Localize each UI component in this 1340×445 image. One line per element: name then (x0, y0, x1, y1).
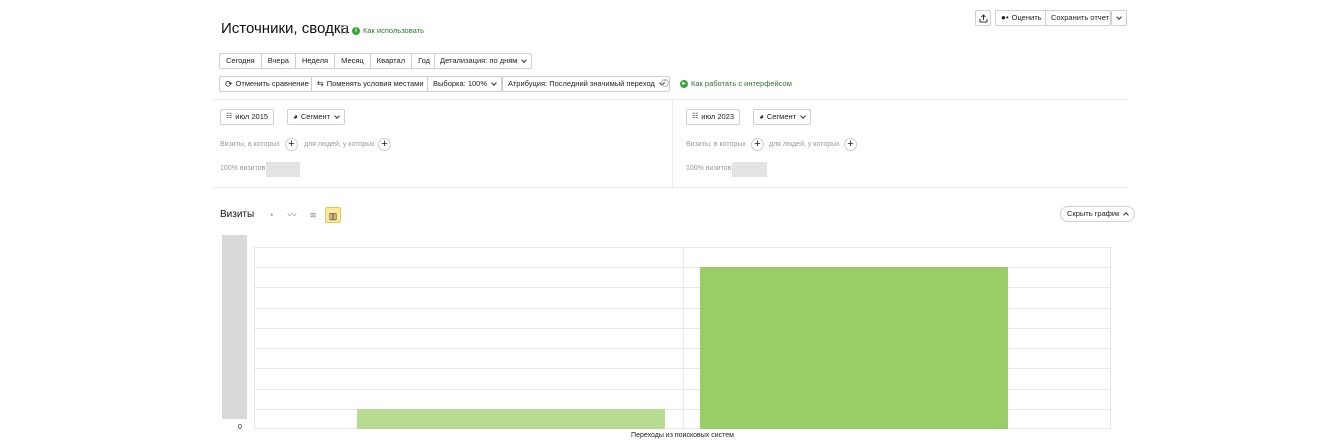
how-to-use-label: Как использовать (363, 26, 424, 35)
save-report-dropdown[interactable] (1111, 10, 1127, 26)
cancel-compare-button[interactable]: ⟳ Отменить сравнение (219, 76, 315, 92)
pie-chart-icon[interactable]: ◔ (263, 207, 279, 223)
divider (214, 99, 1128, 100)
segment-2-label: Сегмент (766, 112, 797, 121)
detail-dropdown[interactable]: Детализация: по дням (434, 53, 533, 69)
people-where-label: для людей, у которых (304, 141, 375, 148)
chart-bar-1[interactable] (357, 408, 665, 429)
sample-dropdown[interactable]: Выборка: 100% (427, 76, 502, 92)
visits-where-label: Визиты, в которых (686, 141, 746, 148)
add-visit-condition-button[interactable]: + (751, 138, 764, 151)
export-icon (979, 13, 987, 22)
people-where-label: для людей, у которых (769, 141, 840, 148)
chevron-down-icon (491, 80, 497, 86)
segment-divider (672, 99, 673, 187)
rate-icon: ●• (1001, 13, 1009, 22)
interface-help-link[interactable]: ▸ Как работать с интерфейсом (680, 79, 792, 88)
chevron-up-icon (1123, 212, 1130, 218)
segment-1-label: Сегмент (300, 112, 331, 121)
line-chart-icon[interactable]: 〰 (284, 207, 300, 223)
play-icon: ▸ (680, 79, 688, 88)
period-yesterday[interactable]: Вчера (262, 54, 296, 68)
calendar-icon: ☷ (692, 113, 699, 120)
chart-title: Визиты (220, 209, 255, 220)
period-1-button[interactable]: ☷ июл 2015 (220, 109, 275, 125)
period-quarter[interactable]: Квартал (371, 54, 413, 68)
add-people-condition-button[interactable]: + (844, 138, 857, 151)
x-category-label: Переходы из поисковых систем (631, 432, 734, 439)
segment-icon: ◕ (293, 112, 298, 121)
segment-icon: ◕ (759, 112, 764, 121)
cancel-compare-label: Отменить сравнение (235, 79, 309, 88)
rate-label: Оценить (1011, 13, 1042, 22)
chevron-down-icon (800, 113, 806, 119)
visits-share-value (732, 162, 767, 177)
attribution-dropdown[interactable]: Атрибуция: Последний значимый переход (502, 76, 670, 92)
add-people-condition-button[interactable]: + (378, 138, 391, 151)
chevron-down-icon (521, 57, 528, 63)
period-2-button[interactable]: ☷ июл 2023 (686, 109, 741, 125)
y-tick-label: 0 (238, 424, 242, 431)
refresh-icon: ⟳ (225, 79, 233, 89)
page-title: Источники, сводка (221, 20, 350, 37)
swap-conditions-label: Поменять условия местами (326, 79, 424, 88)
detail-label: Детализация: по дням (440, 56, 518, 65)
period-1-label: июл 2015 (235, 112, 269, 121)
period-month[interactable]: Месяц (335, 54, 371, 68)
hide-chart-button[interactable]: Скрыть график (1060, 206, 1136, 222)
chart-bar-2[interactable] (700, 267, 1008, 429)
bar-chart-icon[interactable]: ▥ (325, 207, 341, 223)
swap-icon: ⇆ (317, 79, 324, 88)
help-icon[interactable]: ? (661, 79, 669, 87)
sample-label: Выборка: 100% (433, 79, 487, 88)
save-report-label: Сохранить отчет (1051, 13, 1110, 22)
swap-conditions-button[interactable]: ⇆ Поменять условия местами (311, 76, 430, 92)
visits-share-value (266, 162, 300, 177)
calendar-icon: ☷ (226, 113, 233, 120)
period-selector[interactable]: Сегодня Вчера Неделя Месяц Квартал Год (219, 53, 438, 69)
save-report-button[interactable]: Сохранить отчет (1045, 10, 1111, 26)
visits-share-label: 100% визитов (686, 165, 732, 172)
info-icon: i (352, 26, 360, 35)
chart-center-line (683, 247, 684, 429)
interface-help-label: Как работать с интерфейсом (691, 79, 792, 88)
divider (214, 187, 1128, 188)
segment-2-dropdown[interactable]: ◕ Сегмент (753, 109, 812, 125)
hide-chart-label: Скрыть график (1067, 209, 1120, 218)
period-today[interactable]: Сегодня (220, 54, 262, 68)
chevron-down-icon (334, 113, 340, 119)
period-year[interactable]: Год (412, 54, 436, 68)
chevron-down-icon (1116, 14, 1122, 20)
add-visit-condition-button[interactable]: + (285, 138, 298, 151)
y-axis-scroll[interactable] (222, 235, 247, 419)
period-2-label: июл 2023 (701, 112, 735, 121)
segment-1-dropdown[interactable]: ◕ Сегмент (287, 109, 346, 125)
visits-share-label: 100% визитов (220, 165, 266, 172)
visits-where-label: Визиты, в которых (220, 141, 280, 148)
how-to-use-link[interactable]: i Как использовать (352, 26, 424, 35)
area-chart-icon[interactable]: ≋ (305, 207, 321, 223)
rate-button[interactable]: ●• Оценить (995, 10, 1048, 26)
export-button[interactable] (975, 10, 991, 26)
period-week[interactable]: Неделя (296, 54, 336, 68)
bookmark-icon[interactable] (341, 25, 347, 34)
attribution-label: Атрибуция: Последний значимый переход (508, 79, 655, 88)
